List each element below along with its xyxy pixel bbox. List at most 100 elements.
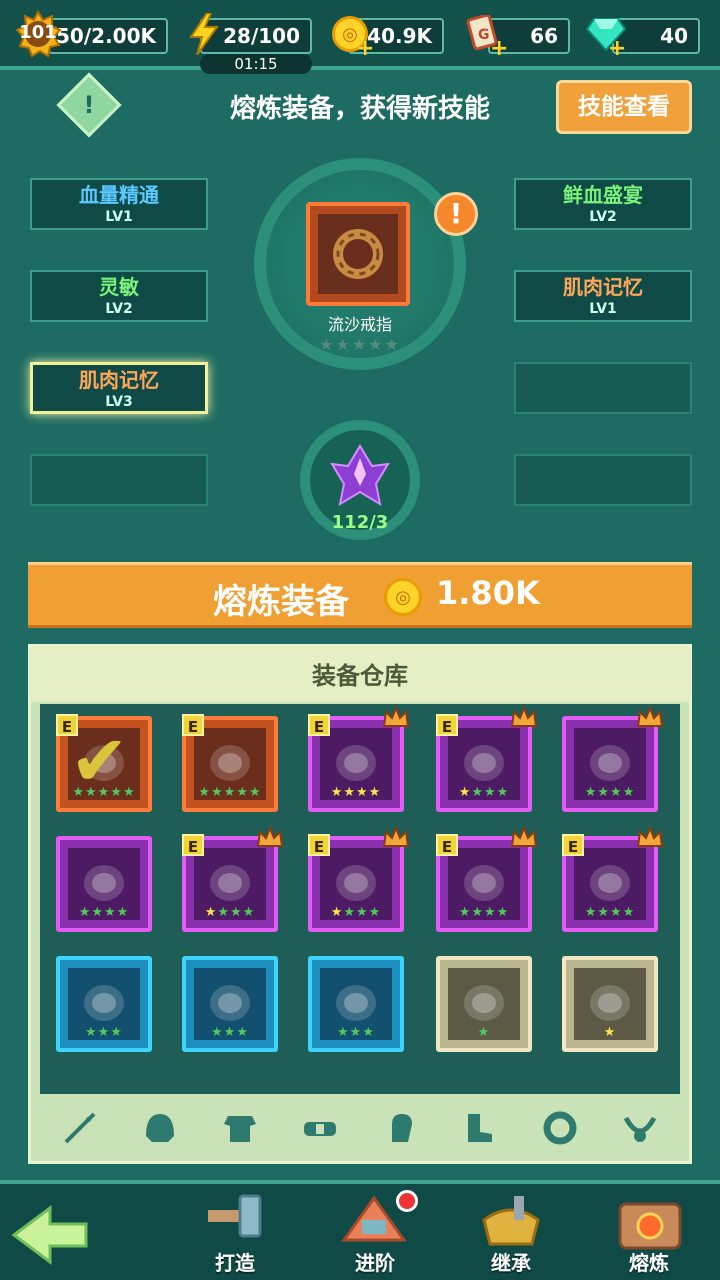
selected-item-name: 流沙戒指 ★★★★★ <box>290 311 430 354</box>
inherit-icon <box>482 1196 540 1246</box>
nav-inherit[interactable]: 继承 <box>456 1184 566 1280</box>
skill-slot-left-3[interactable]: 肌肉记忆 LV3 <box>30 362 208 414</box>
coin-add-icon[interactable]: ◎ + <box>326 10 375 61</box>
skill-name: 肌肉记忆 <box>563 275 643 299</box>
smelt-cost: 1.80K <box>436 574 540 612</box>
helmet-icon[interactable] <box>136 1104 184 1152</box>
equipment-stars: ★★★★ <box>330 905 382 920</box>
crown-icon <box>382 825 410 848</box>
equipment-stars: ★★★★ <box>584 905 636 920</box>
equipment-slot[interactable]: ★★★ <box>182 956 278 1052</box>
smelt-label: 熔炼装备 <box>213 582 349 622</box>
smelt-icon <box>618 1202 682 1250</box>
crystal-icon <box>330 444 390 507</box>
equipment-stars: ★★★★★ <box>198 785 262 800</box>
equipped-badge: E <box>308 834 330 856</box>
ticket-add-icon[interactable]: G + <box>458 10 509 61</box>
nav-forge[interactable]: 打造 <box>180 1184 290 1280</box>
equipment-stars: ★ <box>477 1025 491 1040</box>
equipment-stars: ★★★ <box>85 1025 123 1040</box>
exp-text: 50/2.00K <box>56 24 156 48</box>
alert-icon[interactable]: ! <box>434 192 478 236</box>
skill-name: 肌肉记忆 <box>79 368 159 392</box>
nav-label: 进阶 <box>355 1251 395 1275</box>
level-text: 101 <box>19 22 57 43</box>
belt-icon[interactable] <box>296 1104 344 1152</box>
item-name: 流沙戒指 <box>327 315 392 334</box>
skill-slot-right-2[interactable]: 肌肉记忆 LV1 <box>514 270 692 322</box>
plus-icon: + <box>490 36 509 61</box>
ring-icon[interactable] <box>536 1104 584 1152</box>
equipment-slot[interactable]: ★★★★ E <box>562 825 664 932</box>
equipment-slot[interactable]: ★ <box>562 956 658 1052</box>
equipped-badge: E <box>308 714 330 736</box>
plus-icon: + <box>608 36 627 61</box>
skill-name: 鲜血盛宴 <box>563 183 643 207</box>
back-button[interactable] <box>10 1200 90 1270</box>
warehouse-title: 装备仓库 <box>312 662 408 690</box>
equipment-stars: ★★★ <box>337 1025 375 1040</box>
equipment-slot[interactable]: ★★★★ E <box>308 825 410 932</box>
equipment-slot[interactable]: ★★★★ E <box>436 705 538 812</box>
equipment-slot[interactable]: ★★★★★ E <box>182 714 278 812</box>
equipment-slot[interactable]: ★★★ <box>56 956 152 1052</box>
equipment-stars: ★★★ <box>211 1025 249 1040</box>
skill-level: LV2 <box>589 209 617 225</box>
page-title: 熔炼装备，获得新技能 <box>229 94 490 124</box>
equipped-badge: E <box>182 834 204 856</box>
ring-item-icon <box>318 214 398 294</box>
equipment-slot[interactable]: ★★★★ <box>562 705 664 812</box>
skill-slot-left-1[interactable]: 血量精通 LV1 <box>30 178 208 230</box>
armor-icon[interactable] <box>216 1104 264 1152</box>
skill-level: LV3 <box>105 394 133 410</box>
crown-icon <box>636 705 664 728</box>
crown-icon <box>510 825 538 848</box>
weapon-icon[interactable] <box>56 1104 104 1152</box>
plus-icon: + <box>356 36 375 61</box>
gem-add-icon[interactable]: + <box>582 10 630 61</box>
item-stars: ★★★★★ <box>319 335 401 354</box>
crown-icon <box>510 705 538 728</box>
boots-icon[interactable] <box>456 1104 504 1152</box>
nav-label: 熔炼 <box>629 1251 669 1275</box>
equipment-slot[interactable]: ★★★★★ E ✔ <box>56 714 152 812</box>
gem-text: 40 <box>660 24 688 48</box>
equipment-stars: ★★★★ <box>458 785 510 800</box>
equipment-slot[interactable]: ★★★★ E <box>308 705 410 812</box>
skill-name: 灵敏 <box>99 275 139 299</box>
lightning-icon <box>180 10 228 58</box>
energy-timer: 01:15 <box>200 54 312 74</box>
nav-smelt[interactable]: 熔炼 <box>594 1184 704 1280</box>
equipment-slot[interactable]: ★★★★ <box>56 836 152 932</box>
view-skills-button[interactable]: 技能查看 <box>556 80 692 134</box>
skill-slot-left-empty <box>30 454 208 506</box>
nav-label: 继承 <box>491 1251 531 1275</box>
energy-text: 28/100 <box>223 24 300 48</box>
equipment-stars: ★★★★ <box>330 785 382 800</box>
equipped-badge: E <box>562 834 584 856</box>
skill-slot-right-empty-2 <box>514 454 692 506</box>
skill-level: LV1 <box>105 209 133 225</box>
skill-slot-left-2[interactable]: 灵敏 LV2 <box>30 270 208 322</box>
selected-check-icon: ✔ <box>70 720 129 802</box>
equipment-slot[interactable]: ★★★★ E <box>436 825 538 932</box>
necklace-icon[interactable] <box>616 1104 664 1152</box>
nav-label: 打造 <box>215 1251 255 1275</box>
ticket-text: 66 <box>530 24 558 48</box>
equipment-stars: ★★★★ <box>584 785 636 800</box>
skill-slot-right-1[interactable]: 鲜血盛宴 LV2 <box>514 178 692 230</box>
exp-counter: 50/2.00K <box>48 18 168 54</box>
equipment-slot[interactable]: ★ <box>436 956 532 1052</box>
filter-row <box>40 1100 680 1156</box>
info-icon[interactable]: ! <box>56 72 122 138</box>
equipment-stars: ★★★★ <box>204 905 256 920</box>
glove-icon[interactable] <box>376 1104 424 1152</box>
coin-icon: ◎ <box>384 578 422 616</box>
equipment-slot[interactable]: ★★★ <box>308 956 404 1052</box>
crown-icon <box>636 825 664 848</box>
skill-level: LV1 <box>589 301 617 317</box>
svg-text:G: G <box>478 27 490 43</box>
equipment-slot[interactable]: ★★★★ E <box>182 825 284 932</box>
level-badge: 101 <box>14 10 62 58</box>
selected-equipment-slot[interactable] <box>306 202 410 306</box>
